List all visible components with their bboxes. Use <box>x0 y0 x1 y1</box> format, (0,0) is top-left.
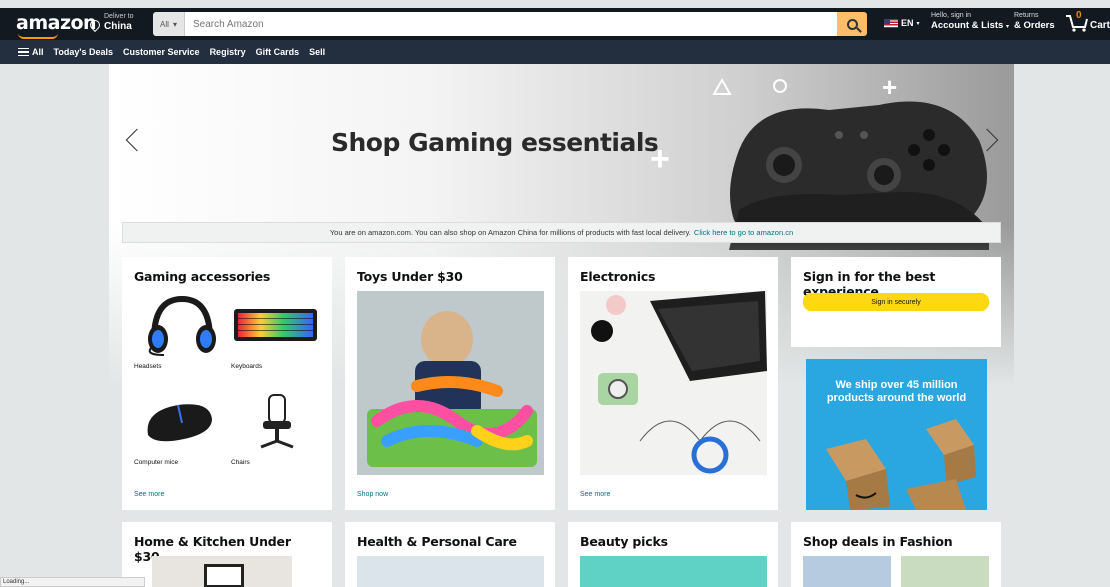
card-title: Shop deals in Fashion <box>803 534 953 549</box>
search-category-label: All <box>160 19 169 29</box>
see-more-link[interactable]: See more <box>580 491 610 498</box>
nav-todays-deals[interactable]: Today's Deals <box>54 47 114 57</box>
fashion-image-2[interactable] <box>901 556 989 587</box>
all-menu-label: All <box>32 47 44 57</box>
amazon-logo[interactable]: amazon <box>16 12 97 39</box>
headsets-label[interactable]: Headsets <box>134 363 161 370</box>
fashion-image-1[interactable] <box>803 556 891 587</box>
cart-count: 0 <box>1076 10 1082 21</box>
shop-now-link[interactable]: Shop now <box>357 491 388 498</box>
account-lists[interactable]: Hello, sign in Account & Lists ▾ <box>931 11 1009 33</box>
beauty-image[interactable] <box>580 556 767 587</box>
hero-title: Shop Gaming essentials <box>331 128 659 157</box>
cart-label: Cart <box>1090 20 1110 31</box>
nav-customer-service[interactable]: Customer Service <box>123 47 200 57</box>
keyboard-image[interactable] <box>231 301 320 349</box>
nav-registry[interactable]: Registry <box>210 47 246 57</box>
account-greeting: Hello, sign in <box>931 12 972 19</box>
fashion-card: Shop deals in Fashion <box>791 522 1001 587</box>
search-button[interactable] <box>837 12 867 36</box>
carousel-prev-icon[interactable] <box>125 128 149 152</box>
home-kitchen-image[interactable] <box>152 556 292 587</box>
electronics-image[interactable] <box>580 291 767 475</box>
headset-image[interactable] <box>134 291 223 359</box>
account-lists-label: Account & Lists ▾ <box>931 20 1009 31</box>
notice-text: You are on amazon.com. You can also shop… <box>329 228 691 237</box>
all-menu-button[interactable]: All <box>18 47 44 57</box>
search-input[interactable] <box>185 12 837 36</box>
card-title: Gaming accessories <box>134 269 271 284</box>
language-selector[interactable]: EN ▾ <box>884 18 920 28</box>
location-pin-icon <box>87 17 103 33</box>
search-icon <box>846 18 858 30</box>
nav-sell[interactable]: Sell <box>309 47 325 57</box>
gaming-accessories-card: Gaming accessories Headsets Keyboards Co… <box>122 257 332 510</box>
nav-gift-cards[interactable]: Gift Cards <box>256 47 300 57</box>
picture-frame <box>204 564 244 587</box>
search-category-dropdown[interactable]: All ▾ <box>153 12 185 36</box>
amazon-cn-link[interactable]: Click here to go to amazon.cn <box>694 228 793 237</box>
beauty-card: Beauty picks <box>568 522 778 587</box>
language-label: EN <box>901 18 914 28</box>
toys-card: Toys Under $30 Shop now <box>345 257 555 510</box>
mouse-image[interactable] <box>134 391 223 451</box>
shipping-ad[interactable]: We ship over 45 million products around … <box>806 359 987 510</box>
deliver-country: China <box>104 21 132 32</box>
caret-down-icon: ▾ <box>916 20 920 27</box>
card-title: Beauty picks <box>580 534 668 549</box>
us-flag-icon <box>884 18 898 28</box>
toys-image[interactable] <box>357 291 544 475</box>
health-image[interactable] <box>357 556 544 587</box>
returns-label: Returns <box>1014 12 1039 19</box>
cart-button[interactable]: 0 Cart <box>1065 10 1110 33</box>
hamburger-icon <box>18 48 29 56</box>
search-bar: All ▾ <box>153 12 867 36</box>
caret-down-icon: ▾ <box>172 19 177 29</box>
chair-image[interactable] <box>231 391 320 451</box>
amazon-china-notice: You are on amazon.com. You can also shop… <box>122 222 1001 243</box>
shipping-ad-text: We ship over 45 million products around … <box>826 379 967 404</box>
see-more-link[interactable]: See more <box>134 491 164 498</box>
keyboards-label[interactable]: Keyboards <box>231 363 262 370</box>
orders-label: & Orders <box>1014 20 1055 31</box>
card-title: Toys Under $30 <box>357 269 463 284</box>
sign-in-button[interactable]: Sign in securely <box>803 293 989 311</box>
deliver-to-label: Deliver to <box>104 13 134 20</box>
deliver-to[interactable]: Deliver to China <box>87 12 134 33</box>
card-title: Health & Personal Care <box>357 534 517 549</box>
signin-card: Sign in for the best experience Sign in … <box>791 257 1001 347</box>
returns-orders[interactable]: Returns & Orders <box>1014 11 1055 32</box>
boxes-illustration <box>826 419 976 510</box>
secondary-nav: All Today's Deals Customer Service Regis… <box>0 40 1110 64</box>
logo-smile <box>18 33 58 39</box>
computer-mice-label[interactable]: Computer mice <box>134 459 178 466</box>
health-card: Health & Personal Care <box>345 522 555 587</box>
card-title: Electronics <box>580 269 656 284</box>
browser-status-bar: Loading... <box>0 577 145 587</box>
chairs-label[interactable]: Chairs <box>231 459 250 466</box>
electronics-card: Electronics See more <box>568 257 778 510</box>
plus-icon: + <box>650 140 670 178</box>
top-header: amazon Deliver to China All ▾ EN ▾ Hello… <box>0 8 1110 40</box>
home-kitchen-card: Home & Kitchen Under $30 <box>122 522 332 587</box>
